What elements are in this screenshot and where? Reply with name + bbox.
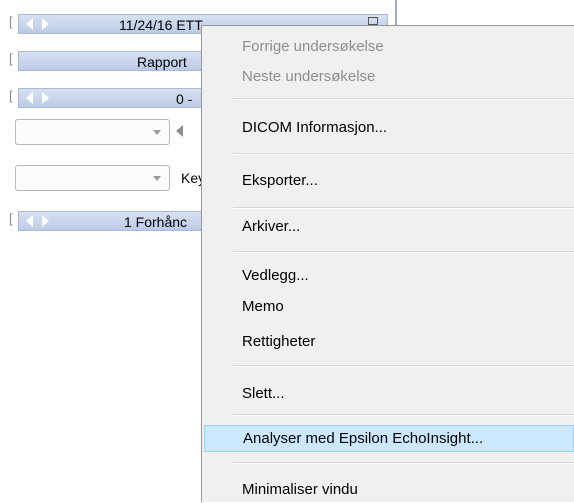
menu-item-delete[interactable]: Slett... xyxy=(202,380,574,407)
menu-item-previous-study[interactable]: Forrige undersøkelse xyxy=(202,33,574,60)
range-label: 0 - xyxy=(176,91,193,107)
row-bracket: [ xyxy=(9,88,13,103)
menu-item-next-study[interactable]: Neste undersøkelse xyxy=(202,63,574,90)
panel-divider xyxy=(395,0,397,28)
menu-item-analyze-echoinsight[interactable]: Analyser med Epsilon EchoInsight... xyxy=(204,425,574,452)
row-bracket: [ xyxy=(9,51,13,66)
preview-label: 1 Forhånc xyxy=(124,214,188,230)
scroll-left-icon[interactable] xyxy=(176,125,183,137)
menu-item-minimize-window[interactable]: Minimaliser vindu xyxy=(202,476,574,503)
menu-separator xyxy=(233,414,574,416)
menu-item-export[interactable]: Eksporter... xyxy=(202,167,574,194)
prev-arrow-icon[interactable] xyxy=(22,16,36,32)
row-bracket: [ xyxy=(9,211,13,226)
prev-arrow-icon[interactable] xyxy=(22,90,36,106)
context-menu: Forrige undersøkelse Neste undersøkelse … xyxy=(201,25,574,502)
next-arrow-icon[interactable] xyxy=(38,90,52,106)
menu-item-permissions[interactable]: Rettigheter xyxy=(202,328,574,355)
menu-item-dicom-info[interactable]: DICOM Informasjon... xyxy=(202,114,574,141)
row-bracket: [ xyxy=(9,14,13,29)
menu-separator xyxy=(233,98,574,100)
key-dropdown[interactable] xyxy=(15,165,170,191)
prev-arrow-icon[interactable] xyxy=(22,213,36,229)
chevron-down-icon xyxy=(153,176,161,181)
chevron-down-icon xyxy=(153,130,161,135)
menu-item-archive[interactable]: Arkiver... xyxy=(202,213,574,240)
menu-separator xyxy=(233,207,574,209)
menu-separator xyxy=(233,251,574,253)
menu-item-memo[interactable]: Memo xyxy=(202,293,574,320)
study-date-label: 11/24/16 ETT xyxy=(119,17,203,33)
menu-separator xyxy=(233,153,574,155)
menu-separator xyxy=(233,365,574,367)
menu-separator xyxy=(233,462,574,464)
next-arrow-icon[interactable] xyxy=(38,213,52,229)
next-arrow-icon[interactable] xyxy=(38,16,52,32)
filter-dropdown[interactable] xyxy=(15,119,170,145)
report-label: Rapport xyxy=(137,54,187,70)
mail-icon[interactable] xyxy=(368,17,378,25)
menu-item-attachments[interactable]: Vedlegg... xyxy=(202,262,574,289)
